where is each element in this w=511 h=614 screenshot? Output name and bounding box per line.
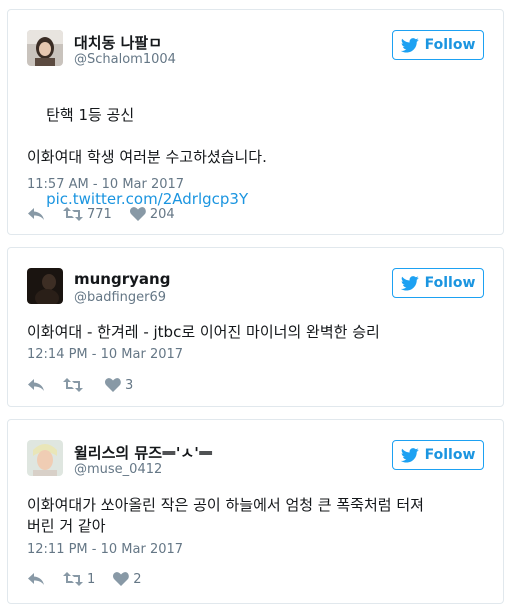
twitter-bird-icon [400, 37, 419, 53]
heart-icon [113, 572, 130, 586]
avatar[interactable] [27, 268, 63, 304]
display-name[interactable]: 윌리스의 뮤즈ᆖ'ㅅ'ᆖ [74, 442, 213, 463]
tweet-timestamp[interactable]: 12:14 PM - 10 Mar 2017 [27, 347, 183, 362]
tweet-timestamp[interactable]: 12:11 PM - 10 Mar 2017 [27, 542, 183, 557]
reply-icon [28, 379, 44, 391]
tweet-actions: 1 2 [27, 570, 160, 588]
reply-icon [28, 208, 44, 220]
follow-button[interactable]: Follow [392, 440, 484, 470]
retweet-button[interactable]: 771 [63, 207, 112, 222]
tweet-text: 이화여대 - 한겨레 - jtbc로 이어진 마이너의 완벽한 승리 [27, 323, 380, 341]
follow-label: Follow [424, 275, 476, 291]
like-count: 3 [125, 377, 134, 393]
follow-label: Follow [424, 37, 476, 53]
tweet-timestamp[interactable]: 11:57 AM - 10 Mar 2017 [27, 177, 184, 192]
user-handle[interactable]: @Schalom1004 [74, 52, 176, 67]
twitter-bird-icon [400, 275, 419, 291]
follow-button[interactable]: Follow [392, 30, 484, 60]
heart-icon [105, 378, 121, 392]
retweet-count: 1 [87, 571, 96, 587]
tweet-card: 대치동 나팔ㅁ @Schalom1004 Follow 탄핵 1등 공신 이화여… [7, 9, 504, 235]
heart-icon [129, 207, 146, 221]
retweet-button[interactable]: 1 [63, 572, 95, 587]
like-button[interactable]: 2 [113, 571, 142, 587]
retweet-count: 771 [87, 206, 112, 222]
reply-icon [28, 573, 44, 585]
twitter-bird-icon [400, 447, 419, 463]
follow-label: Follow [424, 447, 476, 463]
user-handle[interactable]: @muse_0412 [74, 462, 162, 477]
reply-button[interactable] [27, 572, 45, 586]
tweet-actions: 3 [27, 376, 151, 394]
display-name[interactable]: 대치동 나팔ㅁ [74, 32, 162, 53]
retweet-icon [63, 207, 83, 221]
retweet-icon [63, 572, 83, 586]
tweet-card: mungryang @badfinger69 Follow 이화여대 - 한겨레… [7, 247, 504, 407]
retweet-button[interactable] [63, 378, 87, 392]
like-button[interactable]: 3 [105, 378, 133, 393]
follow-button[interactable]: Follow [392, 268, 484, 298]
reply-button[interactable] [27, 378, 45, 392]
avatar[interactable] [27, 30, 63, 66]
tweet-body: 탄핵 1등 공신 이화여대 학생 여러분 수고하셨습니다. [27, 106, 267, 166]
like-button[interactable]: 204 [129, 206, 175, 222]
tweet-text: 이화여대가 쏘아올린 작은 공이 하늘에서 엄청 큰 폭죽처럼 터져 버린 거 … [27, 496, 424, 535]
retweet-icon [63, 378, 83, 392]
avatar[interactable] [27, 440, 63, 476]
like-count: 2 [133, 571, 142, 587]
tweet-card: 윌리스의 뮤즈ᆖ'ㅅ'ᆖ @muse_0412 Follow 이화여대가 쏘아올… [7, 419, 504, 604]
reply-button[interactable] [27, 207, 45, 221]
tweet-actions: 771 204 [27, 205, 193, 223]
user-handle[interactable]: @badfinger69 [74, 290, 166, 305]
display-name[interactable]: mungryang [74, 270, 170, 288]
like-count: 204 [149, 206, 175, 222]
